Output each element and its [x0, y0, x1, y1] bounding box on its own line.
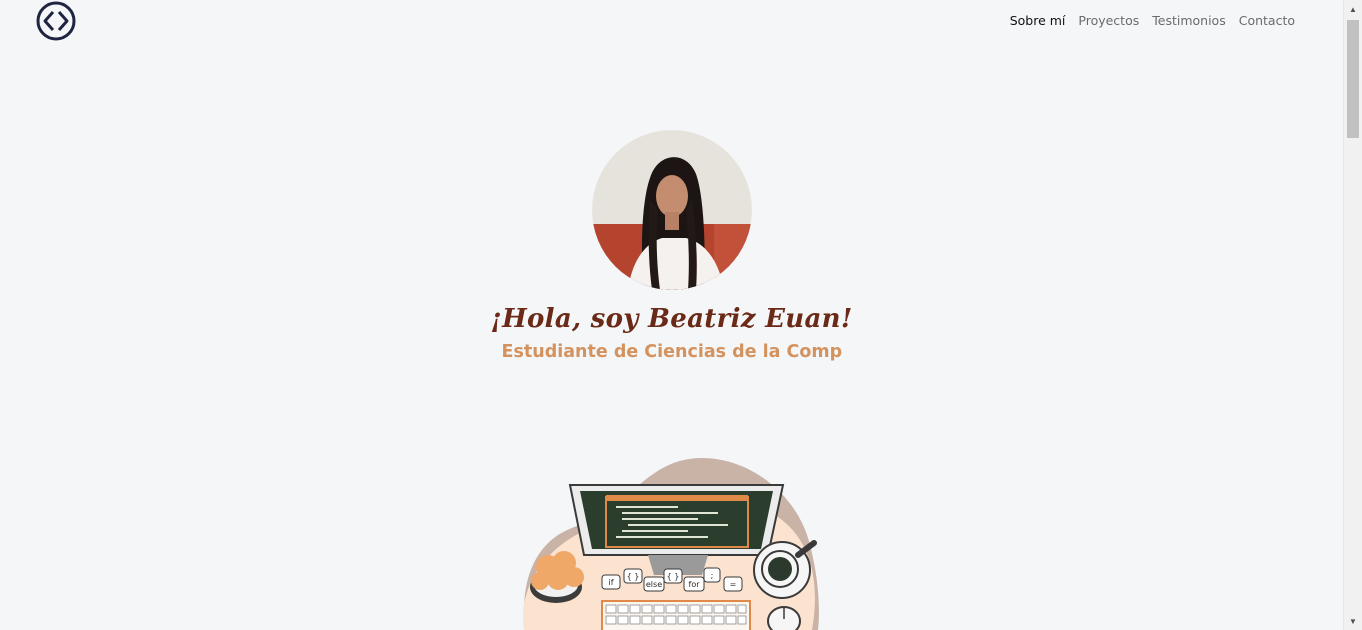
- navbar: Sobre mí Proyectos Testimonios Contacto: [0, 0, 1343, 44]
- subtitle: Estudiante de Ciencias de la Computac: [501, 342, 842, 362]
- scrollbar[interactable]: ▲ ▼: [1343, 0, 1362, 630]
- nav-link-testimonios[interactable]: Testimonios: [1152, 13, 1225, 28]
- hero-section: ¡Hola, soy Beatriz Euan! Estudiante de C…: [0, 130, 1343, 362]
- code-brackets-icon[interactable]: [36, 1, 76, 41]
- scroll-thumb[interactable]: [1347, 20, 1359, 138]
- svg-text:if: if: [608, 578, 613, 587]
- svg-text:{ }: { }: [627, 572, 640, 581]
- avatar: [591, 130, 752, 290]
- developer-desk-illustration: if { } else { } for ; =: [522, 457, 819, 630]
- svg-text:;: ;: [711, 571, 714, 580]
- svg-text:=: =: [730, 580, 737, 589]
- nav-links: Sobre mí Proyectos Testimonios Contacto: [1010, 13, 1295, 28]
- greeting-heading: ¡Hola, soy Beatriz Euan!: [490, 304, 853, 334]
- nav-link-sobre-mi[interactable]: Sobre mí: [1010, 13, 1066, 28]
- svg-text:else: else: [646, 580, 662, 589]
- svg-text:{ }: { }: [667, 572, 680, 581]
- scroll-down-arrow-icon[interactable]: ▼: [1344, 614, 1362, 628]
- svg-text:for: for: [689, 580, 701, 589]
- nav-link-proyectos[interactable]: Proyectos: [1078, 13, 1139, 28]
- nav-link-contacto[interactable]: Contacto: [1239, 13, 1295, 28]
- scroll-up-arrow-icon[interactable]: ▲: [1344, 2, 1362, 16]
